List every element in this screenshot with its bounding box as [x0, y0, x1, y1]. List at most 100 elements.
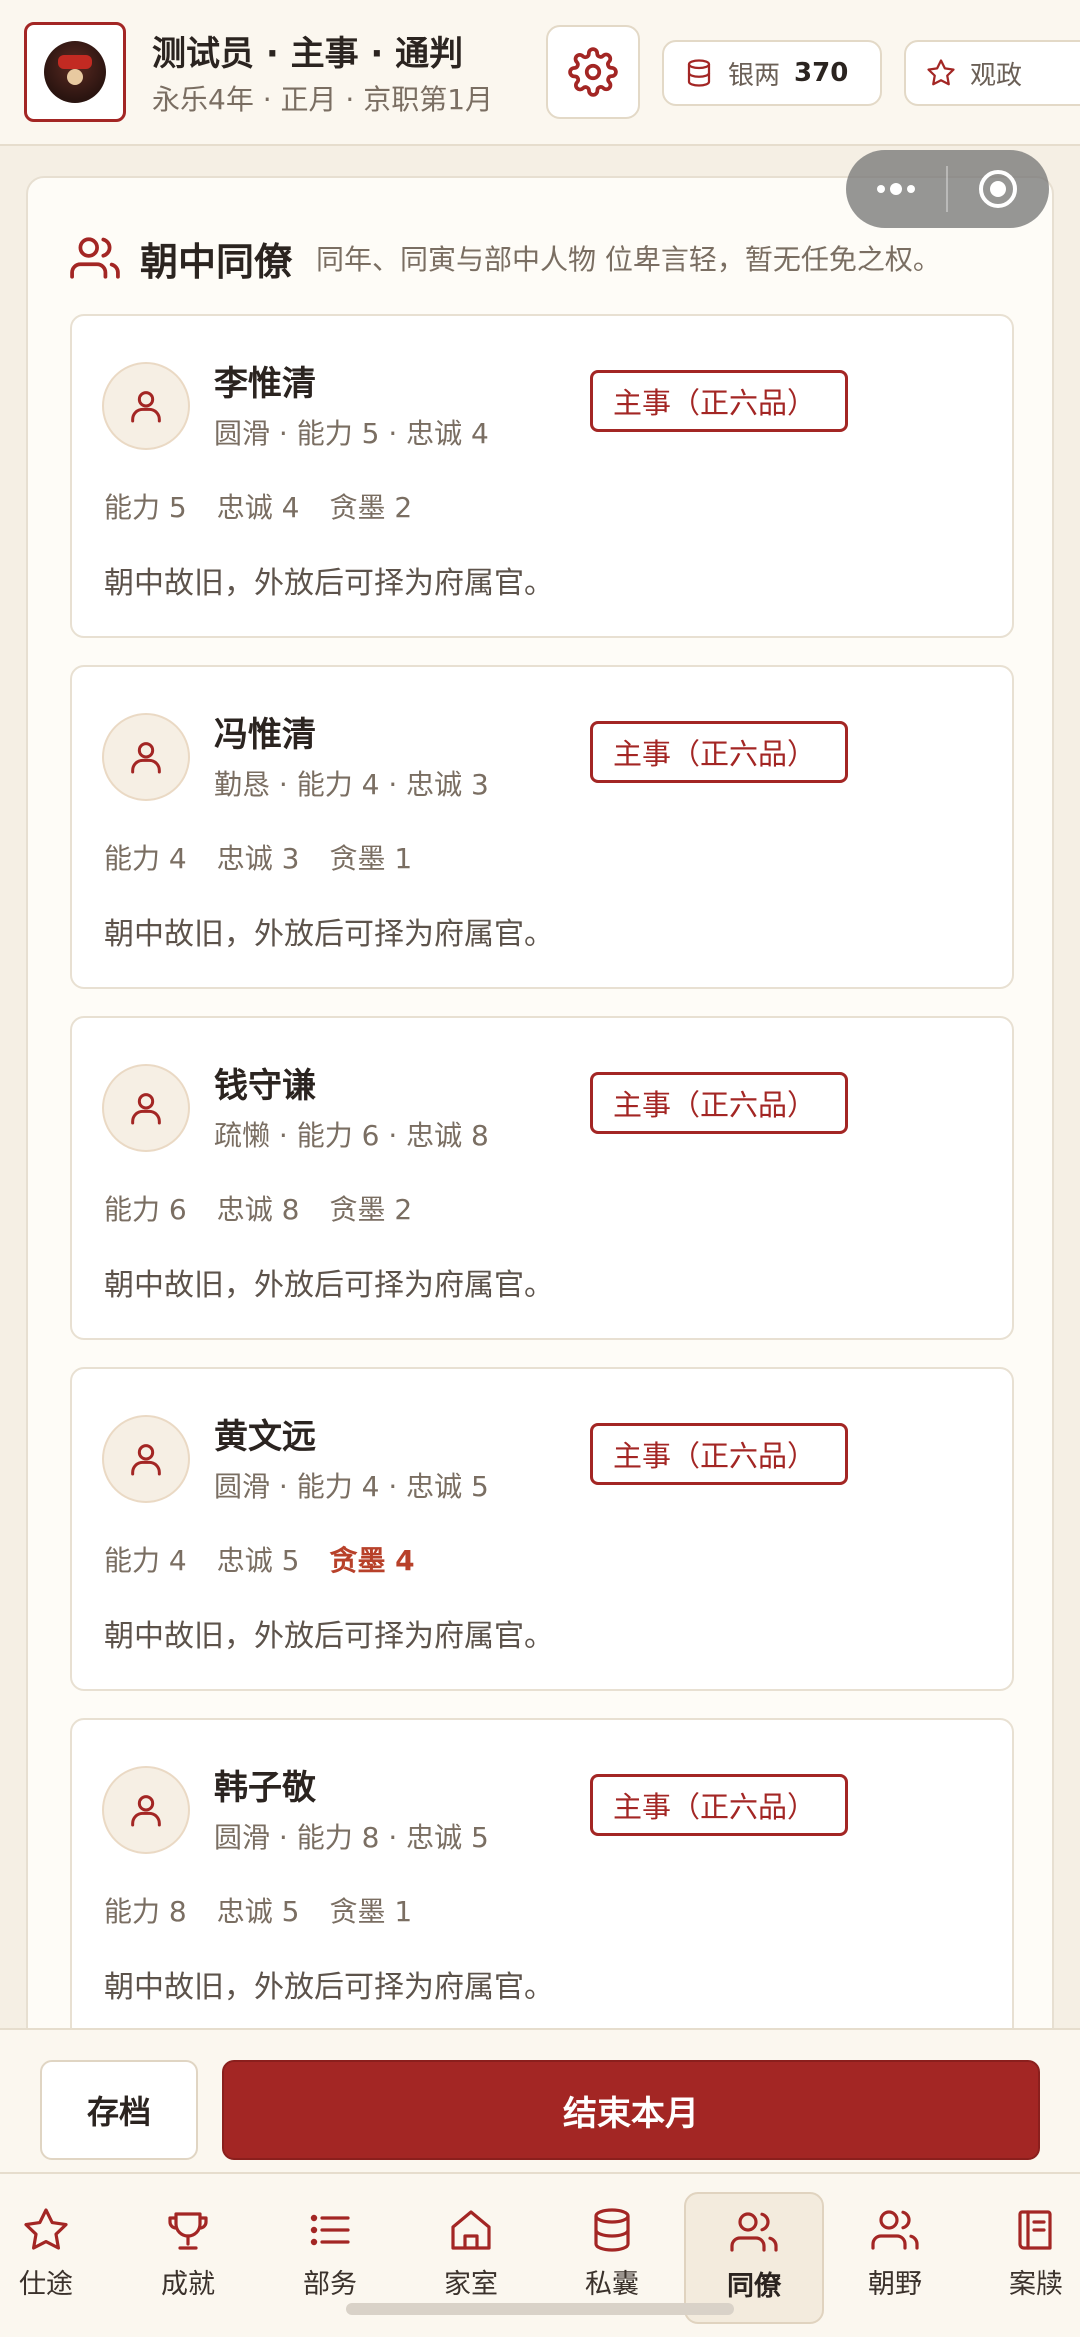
section-header: 朝中同僚 同年、同寅与部中人物 位卑言轻，暂无任免之权。 [68, 228, 941, 288]
person-icon [131, 1093, 161, 1125]
colleague-traits: 疏懒 · 能力 6 · 忠诚 8 [214, 1119, 489, 1152]
greed-stat: 贪墨 1 [329, 1895, 413, 1928]
loyalty-stat: 忠诚 8 [216, 1193, 300, 1226]
section-description: 同年、同寅与部中人物 位卑言轻，暂无任免之权。 [316, 243, 941, 276]
coins-icon [594, 2208, 630, 2252]
end-month-button[interactable]: 结束本月 [222, 2060, 1040, 2160]
rank-badge: 主事（正六品） [590, 1774, 848, 1836]
colleague-card[interactable]: 钱守谦 疏懒 · 能力 6 · 忠诚 8 主事（正六品） 能力 6 忠诚 8 贪墨 … [70, 1016, 1014, 1340]
official-portrait-icon [44, 41, 106, 103]
silver-value: 370 [794, 58, 849, 88]
player-avatar[interactable] [24, 22, 126, 122]
users-icon [70, 237, 120, 279]
colleague-note: 朝中故旧，外放后可择为府属官。 [104, 1619, 554, 1654]
colleague-avatar [102, 362, 190, 450]
ability-stat: 能力 4 [104, 1544, 187, 1577]
colleague-name: 冯惟清 [214, 715, 316, 755]
colleague-avatar [102, 713, 190, 801]
miniprogram-capsule [846, 150, 1049, 228]
nav-label: 部务 [303, 2269, 357, 2300]
watch-chip[interactable]: 观政 [904, 40, 1080, 106]
colleagues-panel: 朝中同僚 同年、同寅与部中人物 位卑言轻，暂无任免之权。 李惟清 圆滑 · 能力… [26, 176, 1054, 2076]
settings-button[interactable] [546, 25, 640, 119]
loyalty-stat: 忠诚 5 [216, 1895, 300, 1928]
users-icon [871, 2210, 919, 2250]
more-dots-icon [877, 183, 915, 195]
nav-label: 同僚 [727, 2271, 781, 2302]
section-title: 朝中同僚 [140, 239, 293, 284]
colleague-note: 朝中故旧，外放后可择为府属官。 [104, 1268, 554, 1303]
colleague-stats: 能力 5 忠诚 4 贪墨 2 [104, 486, 442, 526]
watch-label: 观政 [970, 60, 1023, 91]
coins-icon [687, 59, 711, 87]
trophy-icon [168, 2212, 208, 2250]
nav-tab-documents[interactable]: 案牍 [966, 2192, 1080, 2324]
gear-icon [568, 47, 618, 97]
book-icon [1018, 2210, 1052, 2250]
colleague-traits: 勤恳 · 能力 4 · 忠诚 3 [214, 768, 489, 801]
colleague-traits: 圆滑 · 能力 5 · 忠诚 4 [214, 417, 489, 450]
ability-stat: 能力 6 [104, 1193, 187, 1226]
colleague-note: 朝中故旧，外放后可择为府属官。 [104, 1970, 554, 2005]
nav-tab-career[interactable]: 仕途 [0, 2192, 116, 2324]
colleague-traits: 圆滑 · 能力 8 · 忠诚 5 [214, 1821, 489, 1854]
nav-tab-court[interactable]: 朝野 [825, 2192, 965, 2324]
loyalty-stat: 忠诚 4 [216, 491, 300, 524]
nav-tab-achievements[interactable]: 成就 [118, 2192, 258, 2324]
star-icon [927, 59, 955, 86]
colleague-name: 黄文远 [214, 1417, 316, 1457]
nav-label: 私囊 [585, 2269, 639, 2300]
nav-label: 朝野 [868, 2269, 922, 2300]
greed-stat: 贪墨 2 [329, 491, 413, 524]
action-bar: 存档 结束本月 [0, 2028, 1080, 2172]
colleague-stats: 能力 4 忠诚 5 贪墨 4 [104, 1539, 445, 1579]
loyalty-stat: 忠诚 5 [216, 1544, 300, 1577]
star-icon [24, 2208, 68, 2250]
greed-stat: 贪墨 1 [329, 842, 413, 875]
nav-label: 成就 [161, 2269, 215, 2300]
colleague-traits: 圆滑 · 能力 4 · 忠诚 5 [214, 1470, 489, 1503]
save-button[interactable]: 存档 [40, 2060, 198, 2160]
silver-chip[interactable]: 银两 370 [662, 40, 882, 106]
home-icon [451, 2210, 491, 2250]
ability-stat: 能力 5 [104, 491, 187, 524]
colleague-avatar [102, 1766, 190, 1854]
colleague-card[interactable]: 李惟清 圆滑 · 能力 5 · 忠诚 4 主事（正六品） 能力 5 忠诚 4 贪墨 … [70, 314, 1014, 638]
colleague-name: 李惟清 [214, 364, 316, 404]
colleague-stats: 能力 4 忠诚 3 贪墨 1 [104, 837, 442, 877]
player-title: 测试员 · 主事 · 通判 [152, 34, 464, 74]
greed-stat: 贪墨 2 [329, 1193, 413, 1226]
colleague-name: 韩子敬 [214, 1768, 316, 1808]
colleague-stats: 能力 6 忠诚 8 贪墨 2 [104, 1188, 442, 1228]
greed-stat-warning: 贪墨 4 [329, 1544, 415, 1577]
colleague-note: 朝中故旧，外放后可择为府属官。 [104, 566, 554, 601]
rank-badge: 主事（正六品） [590, 370, 848, 432]
close-miniprogram-button[interactable] [948, 167, 1048, 211]
colleague-card[interactable]: 黄文远 圆滑 · 能力 4 · 忠诚 5 主事（正六品） 能力 4 忠诚 5 贪墨 … [70, 1367, 1014, 1691]
person-icon [131, 391, 161, 423]
ability-stat: 能力 8 [104, 1895, 187, 1928]
person-icon [131, 1444, 161, 1476]
colleague-stats: 能力 8 忠诚 5 贪墨 1 [104, 1890, 442, 1930]
top-header: 测试员 · 主事 · 通判 永乐4年 · 正月 · 京职第1月 银两 370 观… [0, 0, 1080, 146]
rank-badge: 主事（正六品） [590, 1423, 848, 1485]
colleague-card[interactable]: 冯惟清 勤恳 · 能力 4 · 忠诚 3 主事（正六品） 能力 4 忠诚 3 贪墨 … [70, 665, 1014, 989]
colleague-name: 钱守谦 [214, 1066, 316, 1106]
home-indicator [346, 2303, 734, 2315]
nav-label: 家室 [444, 2269, 498, 2300]
more-menu-button[interactable] [846, 179, 946, 199]
silver-label: 银两 [728, 60, 781, 91]
ability-stat: 能力 4 [104, 842, 187, 875]
colleague-card[interactable]: 韩子敬 圆滑 · 能力 8 · 忠诚 5 主事（正六品） 能力 8 忠诚 5 贪墨 … [70, 1718, 1014, 2042]
colleague-avatar [102, 1415, 190, 1503]
list-icon [310, 2214, 350, 2246]
nav-label: 案牍 [1009, 2269, 1063, 2300]
users-icon [730, 2212, 778, 2252]
nav-label: 仕途 [19, 2269, 73, 2300]
game-date: 永乐4年 · 正月 · 京职第1月 [152, 83, 494, 116]
rank-badge: 主事（正六品） [590, 1072, 848, 1134]
person-icon [131, 742, 161, 774]
colleague-avatar [102, 1064, 190, 1152]
person-icon [131, 1795, 161, 1827]
rank-badge: 主事（正六品） [590, 721, 848, 783]
